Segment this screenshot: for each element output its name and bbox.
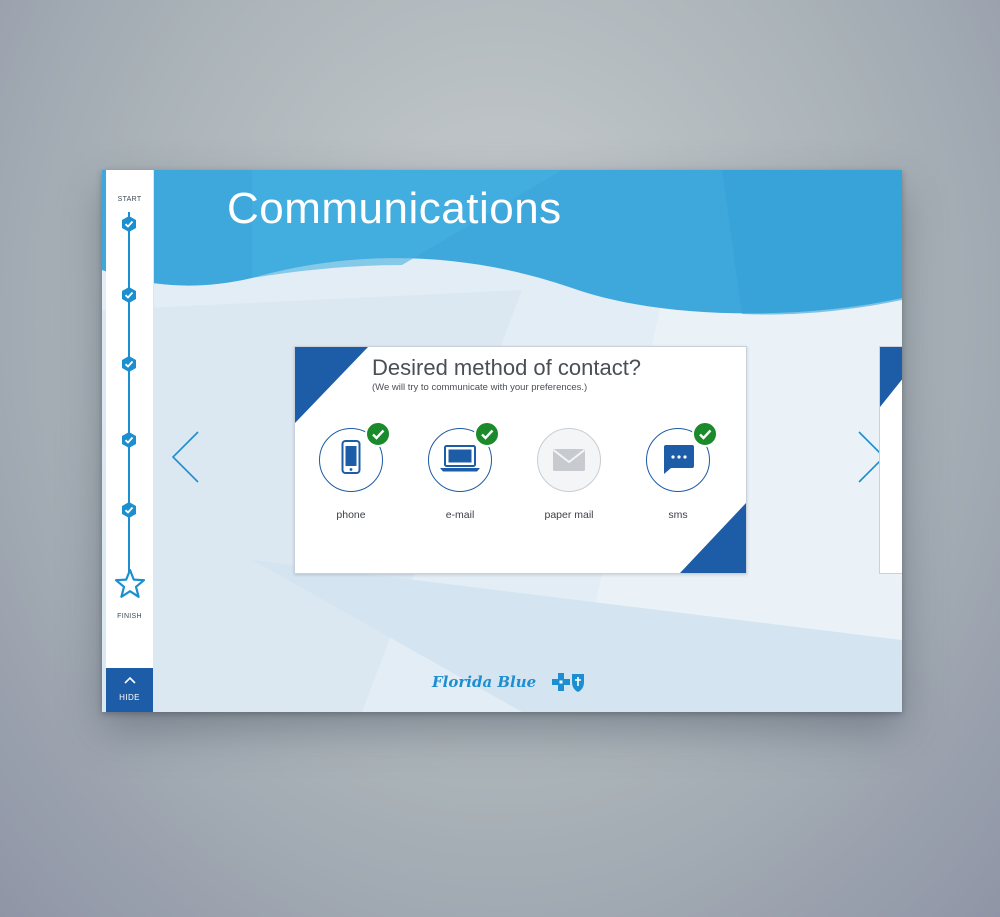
- envelope-icon: [552, 448, 585, 471]
- step-complete-icon[interactable]: [121, 356, 137, 372]
- finish-star-icon[interactable]: [114, 568, 146, 600]
- option-label: phone: [336, 509, 366, 521]
- question-text: Desired method of contact?: [372, 355, 642, 380]
- finish-label: FINISH: [117, 613, 142, 620]
- step-complete-icon[interactable]: [121, 502, 137, 518]
- hide-label: HIDE: [119, 693, 140, 702]
- option-circle: [537, 428, 601, 492]
- start-label: START: [117, 196, 142, 203]
- option-paper-mail[interactable]: paper mail: [513, 428, 613, 528]
- previous-arrow-icon[interactable]: [168, 428, 202, 486]
- card-corner-accent: [880, 347, 902, 407]
- step-complete-icon[interactable]: [121, 287, 137, 303]
- step-complete-icon[interactable]: [121, 216, 137, 232]
- step-complete-icon[interactable]: [121, 432, 137, 448]
- card-corner-accent: [295, 347, 368, 423]
- option-phone[interactable]: phone: [295, 421, 395, 528]
- question-card: Desired method of contact? (We will try …: [294, 346, 747, 574]
- option-email[interactable]: e-mail: [404, 421, 504, 528]
- option-label: e-mail: [445, 509, 475, 521]
- next-question-card[interactable]: [879, 346, 902, 574]
- question-subtitle: (We will try to communicate with your pr…: [372, 382, 588, 393]
- selected-check-icon: [692, 421, 718, 447]
- chevron-up-icon: [123, 676, 136, 684]
- selected-check-icon: [365, 421, 391, 447]
- option-sms[interactable]: sms: [622, 421, 722, 528]
- selected-check-icon: [474, 421, 500, 447]
- hide-button[interactable]: HIDE: [106, 668, 153, 712]
- page-title: Communications: [227, 184, 562, 233]
- florida-blue-logo: Florida Blue: [432, 672, 592, 696]
- blue-cross-blue-shield-icon: [552, 673, 584, 692]
- option-label: sms: [668, 509, 688, 521]
- tablet-screen: Communications START FINISH HIDE Desired…: [102, 170, 902, 712]
- progress-sidebar: START FINISH HIDE: [106, 170, 154, 712]
- brand-name: Florida Blue: [432, 673, 537, 691]
- option-label: paper mail: [544, 509, 594, 521]
- progress-track: [128, 212, 130, 592]
